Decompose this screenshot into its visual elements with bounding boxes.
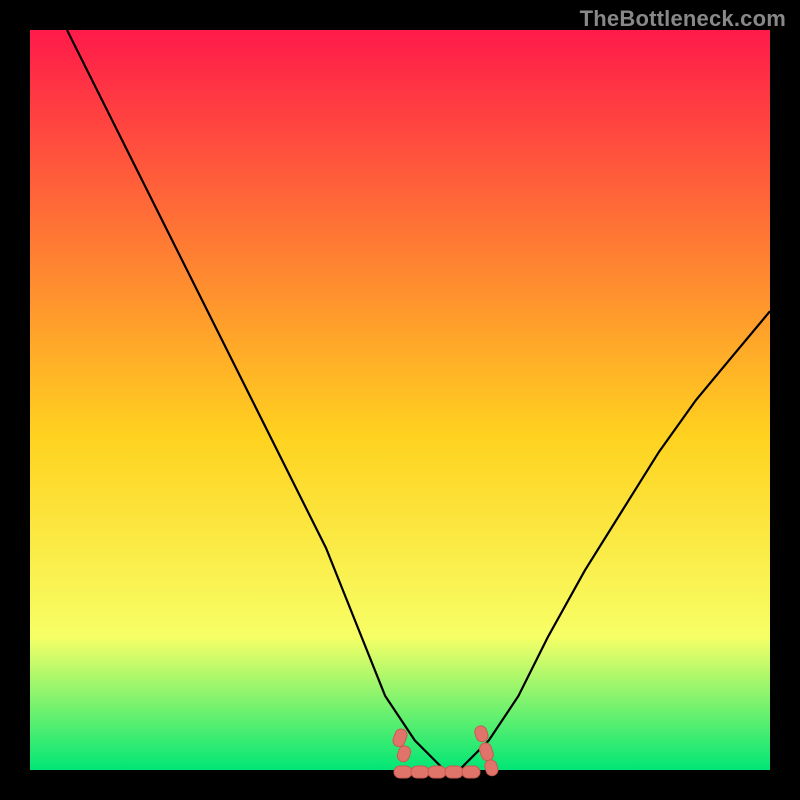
watermark-text: TheBottleneck.com [580, 6, 786, 32]
chart-stage: TheBottleneck.com [0, 0, 800, 800]
marker-pill [411, 766, 429, 778]
marker-pill [394, 766, 412, 778]
bottleneck-chart [0, 0, 800, 800]
marker-pill [428, 766, 446, 778]
marker-pill [445, 766, 463, 778]
plot-background [30, 30, 770, 770]
marker-pill [462, 766, 480, 778]
